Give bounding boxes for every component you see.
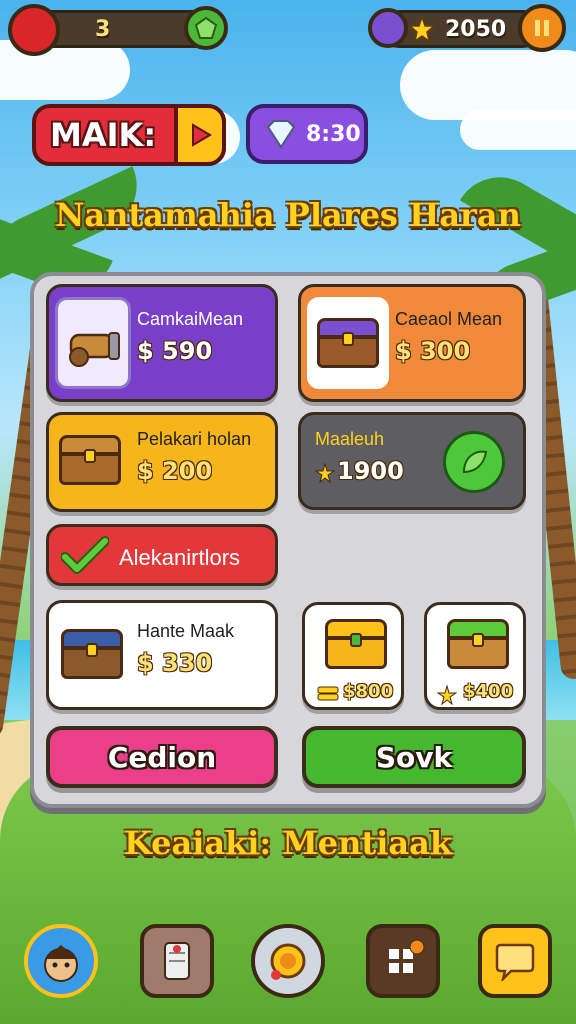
pause-button[interactable] <box>518 4 566 52</box>
grid-icon <box>389 939 425 973</box>
nav-grid-button[interactable] <box>366 924 440 998</box>
shop-item-8[interactable]: $400 <box>424 602 526 710</box>
item-name: Alekanirtlors <box>119 545 241 570</box>
add-gems-button[interactable] <box>184 6 228 50</box>
avatar-icon <box>44 945 78 982</box>
confirm-label: Sovk <box>375 740 453 774</box>
gold-coin-icon <box>270 943 306 980</box>
item-thumbnail <box>307 297 389 389</box>
green-chest-icon <box>447 619 509 669</box>
diamond-icon <box>266 120 296 149</box>
maik-button[interactable]: MAIK: <box>32 104 226 166</box>
shop-item-3[interactable]: Pelakari holan $ 200 <box>46 412 278 512</box>
cannon-icon <box>69 332 120 367</box>
item-price: $ 200 <box>137 457 213 485</box>
item-name: Caeaol Mean <box>395 309 503 329</box>
scroll-icon <box>164 942 190 980</box>
chest-icon <box>317 318 379 368</box>
item-name: Pelakari holan <box>137 429 252 449</box>
pause-icon <box>535 20 549 36</box>
shop-item-2[interactable]: Caeaol Mean $ 300 <box>298 284 526 402</box>
leaf-icon <box>462 450 488 474</box>
maik-label: MAIK: <box>50 116 157 154</box>
checkmark-icon <box>61 536 109 574</box>
item-price: 1900 <box>337 457 404 485</box>
blue-chest-icon <box>61 629 123 679</box>
item-price: $400 <box>463 681 514 702</box>
item-thumbnail <box>325 619 387 669</box>
nav-inventory-button[interactable] <box>140 924 214 998</box>
gold-chest-icon <box>325 619 387 669</box>
nav-profile-button[interactable] <box>24 924 98 998</box>
shop-title: Nantamahia Plares Haran <box>55 196 521 234</box>
buy-button[interactable] <box>443 431 505 493</box>
gem-count: 3 <box>95 16 111 42</box>
item-thumbnail <box>55 297 131 389</box>
item-thumbnail <box>61 629 123 679</box>
shop-item-5[interactable]: Alekanirtlors <box>46 524 278 586</box>
cancel-label: Cedion <box>107 740 217 774</box>
diamond-balance[interactable]: 8:30 <box>246 104 368 164</box>
play-icon <box>174 104 226 166</box>
cancel-button[interactable]: Cedion <box>46 726 278 788</box>
shop-item-4[interactable]: Maaleuh 1900 <box>298 412 526 510</box>
item-name: Hante Maak <box>137 621 235 641</box>
item-name: Maaleuh <box>315 429 385 449</box>
item-thumbnail <box>447 619 509 669</box>
item-thumbnail <box>59 435 121 485</box>
nav-home-button[interactable] <box>251 924 325 998</box>
item-price: $ 590 <box>137 337 213 365</box>
gold-nugget-icon <box>437 685 457 705</box>
item-price: $800 <box>343 681 394 702</box>
gold-coins-icon <box>317 686 339 701</box>
item-price: $ 330 <box>137 649 213 677</box>
purple-orb-icon <box>368 8 408 48</box>
confirm-button[interactable]: Sovk <box>302 726 526 788</box>
shop-item-7[interactable]: $800 <box>302 602 404 710</box>
nav-chat-button[interactable] <box>478 924 552 998</box>
red-gem-icon <box>8 4 60 56</box>
gold-star-icon <box>315 463 335 483</box>
shop-item-1[interactable]: CamkaiMean $ 590 <box>46 284 278 402</box>
star-count: 2050 <box>445 16 507 42</box>
item-name: CamkaiMean <box>137 309 244 329</box>
item-price: $ 300 <box>395 337 471 365</box>
chat-bubble-icon <box>495 943 535 981</box>
footer-title: Keaiaki: Mentiaak <box>124 824 452 862</box>
diamond-value: 8:30 <box>306 121 361 147</box>
star-icon <box>409 16 435 42</box>
shop-item-6[interactable]: Hante Maak $ 330 <box>46 600 278 710</box>
treasure-chest-icon <box>59 435 121 485</box>
green-gem-icon <box>194 16 218 39</box>
